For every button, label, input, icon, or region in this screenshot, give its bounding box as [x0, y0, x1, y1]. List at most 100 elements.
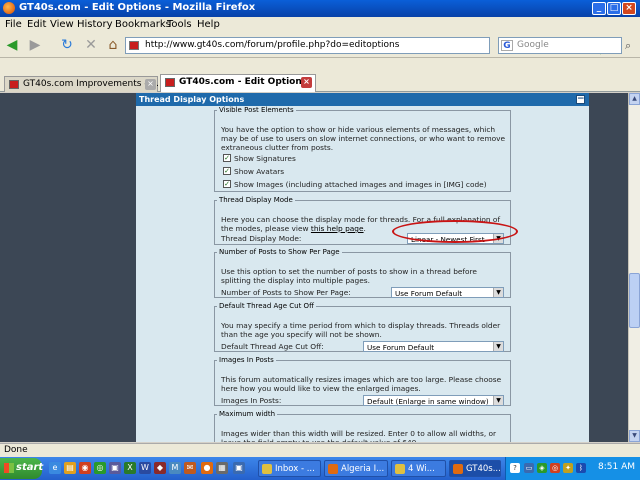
- search-input[interactable]: G Google: [498, 37, 622, 54]
- scroll-down-icon[interactable]: ▼: [629, 430, 640, 442]
- help-icon[interactable]: ?: [510, 463, 520, 473]
- quicklaunch-app-icon[interactable]: ✉: [184, 462, 196, 474]
- field-label: Default Thread Age Cut Off:: [221, 342, 324, 351]
- tab-label: GT40s.com - Edit Options: [179, 77, 308, 87]
- quicklaunch-app-icon[interactable]: M: [169, 462, 181, 474]
- tray-app-icon[interactable]: ✦: [563, 463, 573, 473]
- menu-view[interactable]: View: [50, 19, 74, 30]
- close-button[interactable]: ×: [622, 2, 636, 15]
- quicklaunch-firefox-icon[interactable]: ●: [201, 462, 213, 474]
- status-text: Done: [4, 445, 28, 455]
- task-gt40s[interactable]: GT40s...: [449, 460, 501, 477]
- tab-strip-spacer: [0, 58, 640, 74]
- thread-age-cutoff-section: Default Thread Age Cut Off You may speci…: [214, 302, 511, 352]
- section-legend: Default Thread Age Cut Off: [219, 302, 314, 310]
- forum-page: Thread Display Options − Visible Post El…: [136, 93, 589, 442]
- start-button[interactable]: start: [0, 458, 44, 479]
- quicklaunch-ie-icon[interactable]: e: [49, 462, 61, 474]
- tab-edit-options[interactable]: GT40s.com - Edit Options ×: [160, 74, 316, 92]
- field-label: Images In Posts:: [221, 396, 282, 405]
- firefox-icon: [453, 464, 463, 474]
- bluetooth-icon[interactable]: ᛒ: [576, 463, 586, 473]
- menu-edit[interactable]: Edit: [27, 19, 46, 30]
- panel-body: Visible Post Elements You have the optio…: [136, 106, 589, 442]
- checkbox-label: Show Signatures: [234, 154, 296, 163]
- section-description: You have the option to show or hide vari…: [221, 125, 506, 152]
- tray-app-icon[interactable]: ◎: [550, 463, 560, 473]
- dropdown-arrow-icon: ▼: [493, 288, 503, 297]
- select-value: Use Forum Default: [395, 289, 463, 298]
- system-tray: ? ▭ ◈ ◎ ✦ ᛒ 8:51 AM: [505, 457, 640, 480]
- tab-close-icon[interactable]: ×: [301, 77, 312, 88]
- clock: 8:51 AM: [598, 462, 635, 472]
- posts-per-page-select[interactable]: Use Forum Default ▼: [391, 287, 504, 298]
- menu-bookmarks[interactable]: Bookmarks: [115, 19, 171, 30]
- quicklaunch-app-icon[interactable]: ▣: [233, 462, 245, 474]
- task-label: GT40s...: [466, 464, 501, 474]
- quicklaunch-app-icon[interactable]: ▦: [216, 462, 228, 474]
- reload-icon[interactable]: ↻: [58, 37, 76, 53]
- maximize-button[interactable]: □: [607, 2, 621, 15]
- tab-favicon-icon: [9, 80, 19, 89]
- home-icon[interactable]: ⌂: [104, 37, 122, 53]
- google-engine-icon[interactable]: G: [501, 40, 513, 51]
- show-images-checkbox[interactable]: ✓: [223, 180, 231, 188]
- search-icon[interactable]: ⌕: [625, 39, 631, 53]
- panel-title: Thread Display Options: [139, 95, 245, 104]
- windows-taskbar: start e ▤ ◉ ◎ ▣ X W ◆ M ✉ ● ▦ ▣ Inbox - …: [0, 457, 640, 480]
- field-label: Number of Posts to Show Per Page:: [221, 288, 351, 297]
- section-description: You may specify a time period from which…: [221, 321, 501, 339]
- checkbox-label: Show Avatars: [234, 167, 285, 176]
- stop-icon[interactable]: ✕: [82, 37, 100, 53]
- select-value: Use Forum Default: [367, 343, 435, 352]
- menu-help[interactable]: Help: [197, 19, 220, 30]
- visible-post-elements-section: Visible Post Elements You have the optio…: [214, 106, 511, 192]
- firefox-icon: [3, 2, 15, 14]
- windows-logo-icon: [4, 463, 14, 473]
- task-label: 4 Wi...: [408, 464, 435, 474]
- menu-history[interactable]: History: [77, 19, 113, 30]
- quicklaunch-folder-icon[interactable]: ▤: [64, 462, 76, 474]
- firefox-icon: [328, 464, 338, 474]
- images-in-posts-select[interactable]: Default (Enlarge in same window) ▼: [363, 395, 504, 406]
- forward-icon[interactable]: ▶: [26, 37, 44, 53]
- quicklaunch-word-icon[interactable]: W: [139, 462, 151, 474]
- section-legend: Number of Posts to Show Per Page: [219, 248, 340, 256]
- show-avatars-checkbox[interactable]: ✓: [223, 167, 231, 175]
- quicklaunch-excel-icon[interactable]: X: [124, 462, 136, 474]
- vertical-scrollbar[interactable]: ▲ ▼: [628, 93, 640, 442]
- tab-close-icon[interactable]: ×: [145, 79, 156, 90]
- menu-tools[interactable]: Tools: [167, 19, 192, 30]
- url-text: http://www.gt40s.com/forum/profile.php?d…: [145, 40, 400, 50]
- quicklaunch-app-icon[interactable]: ◆: [154, 462, 166, 474]
- content-viewport: Thread Display Options − Visible Post El…: [0, 93, 628, 442]
- show-signatures-checkbox[interactable]: ✓: [223, 154, 231, 162]
- task-inbox[interactable]: Inbox - ...: [258, 460, 321, 477]
- task-algeria[interactable]: Algeria I...: [324, 460, 388, 477]
- quicklaunch-media-icon[interactable]: ◉: [79, 462, 91, 474]
- scroll-up-icon[interactable]: ▲: [629, 93, 640, 105]
- start-label: start: [16, 462, 44, 473]
- task-label: Inbox - ...: [275, 464, 315, 474]
- back-icon[interactable]: ◀: [3, 37, 21, 53]
- collapse-icon[interactable]: −: [576, 95, 585, 104]
- section-legend: Thread Display Mode: [219, 196, 293, 204]
- tab-favicon-icon: [165, 78, 175, 87]
- section-legend: Images In Posts: [219, 356, 274, 364]
- minimize-button[interactable]: _: [592, 2, 606, 15]
- scroll-thumb[interactable]: [629, 273, 640, 328]
- search-placeholder: Google: [517, 40, 549, 50]
- menu-file[interactable]: File: [5, 19, 22, 30]
- tab-improvements[interactable]: GT40s.com Improvements - ... ×: [4, 76, 159, 92]
- network-icon[interactable]: ▭: [524, 463, 534, 473]
- security-icon[interactable]: ◈: [537, 463, 547, 473]
- maximum-width-section: Maximum width Images wider than this wid…: [214, 410, 511, 442]
- checkbox-label: Show Images (including attached images a…: [234, 180, 487, 189]
- quicklaunch-app-icon[interactable]: ◎: [94, 462, 106, 474]
- help-page-link[interactable]: this help page: [311, 224, 364, 233]
- url-bar[interactable]: http://www.gt40s.com/forum/profile.php?d…: [125, 37, 608, 56]
- quicklaunch-app-icon[interactable]: ▣: [109, 462, 121, 474]
- thread-age-cutoff-select[interactable]: Use Forum Default ▼: [363, 341, 504, 352]
- task-word-group[interactable]: 4 Wi...: [391, 460, 446, 477]
- navigation-toolbar: ◀ ▶ ↻ ✕ ⌂ http://www.gt40s.com/forum/pro…: [0, 33, 640, 58]
